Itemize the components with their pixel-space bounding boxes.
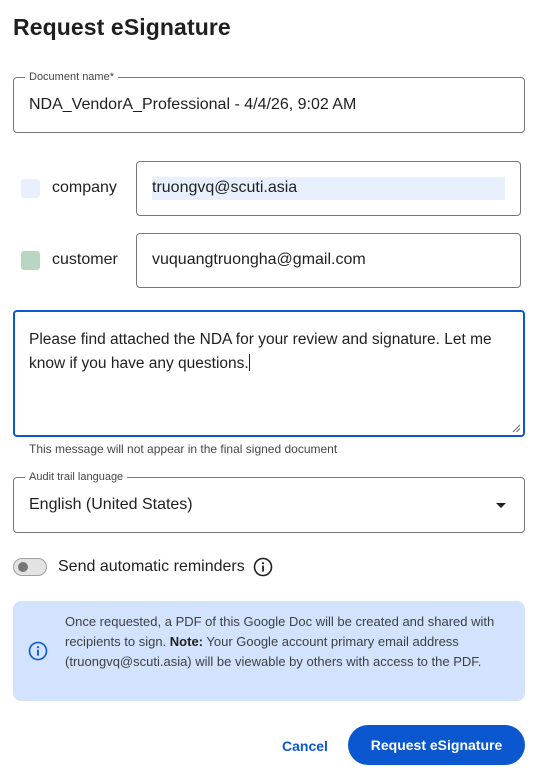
document-name-value: NDA_VendorA_Professional - 4/4/26, 9:02 … (29, 96, 357, 113)
info-icon[interactable] (253, 557, 273, 577)
reminders-label: Send automatic reminders (58, 558, 245, 575)
note-label: Note: (169, 634, 203, 649)
dialog-title: Request eSignature (13, 14, 231, 40)
audit-trail-language-select[interactable]: Audit trail language English (United Sta… (13, 471, 525, 533)
resize-handle-icon[interactable] (512, 424, 521, 433)
reminders-toggle[interactable] (13, 558, 47, 576)
toggle-knob (18, 562, 28, 572)
recipient-email-value: truongvq@scuti.asia (152, 177, 505, 200)
request-esignature-button[interactable]: Request eSignature (348, 725, 525, 765)
recipient-role-label: company (52, 179, 117, 196)
message-helper-text: This message will not appear in the fina… (29, 442, 338, 456)
cancel-button[interactable]: Cancel (270, 728, 340, 764)
info-banner-text: Once requested, a PDF of this Google Doc… (65, 614, 495, 669)
recipient-role-label: customer (52, 251, 118, 268)
recipient-email-value: vuquangtruongha@gmail.com (152, 251, 366, 268)
recipient-color-swatch (21, 251, 40, 270)
recipient-row-company: company truongvq@scuti.asia (21, 161, 521, 216)
recipient-email-input[interactable]: vuquangtruongha@gmail.com (136, 233, 521, 288)
message-textarea[interactable]: Please find attached the NDA for your re… (13, 310, 525, 437)
document-name-label: Document name* (25, 71, 118, 83)
recipient-row-customer: customer vuquangtruongha@gmail.com (21, 233, 521, 288)
text-caret (248, 354, 250, 371)
message-text: Please find attached the NDA for your re… (29, 331, 492, 372)
recipient-color-swatch (21, 179, 40, 198)
recipient-email-input[interactable]: truongvq@scuti.asia (136, 161, 521, 216)
audit-trail-language-value: English (United States) (29, 496, 193, 513)
info-banner: Once requested, a PDF of this Google Doc… (13, 601, 525, 701)
audit-trail-language-label: Audit trail language (25, 471, 128, 483)
info-icon (28, 641, 48, 661)
dropdown-arrow-icon (496, 503, 506, 508)
document-name-field[interactable]: Document name* NDA_VendorA_Professional … (13, 71, 525, 133)
